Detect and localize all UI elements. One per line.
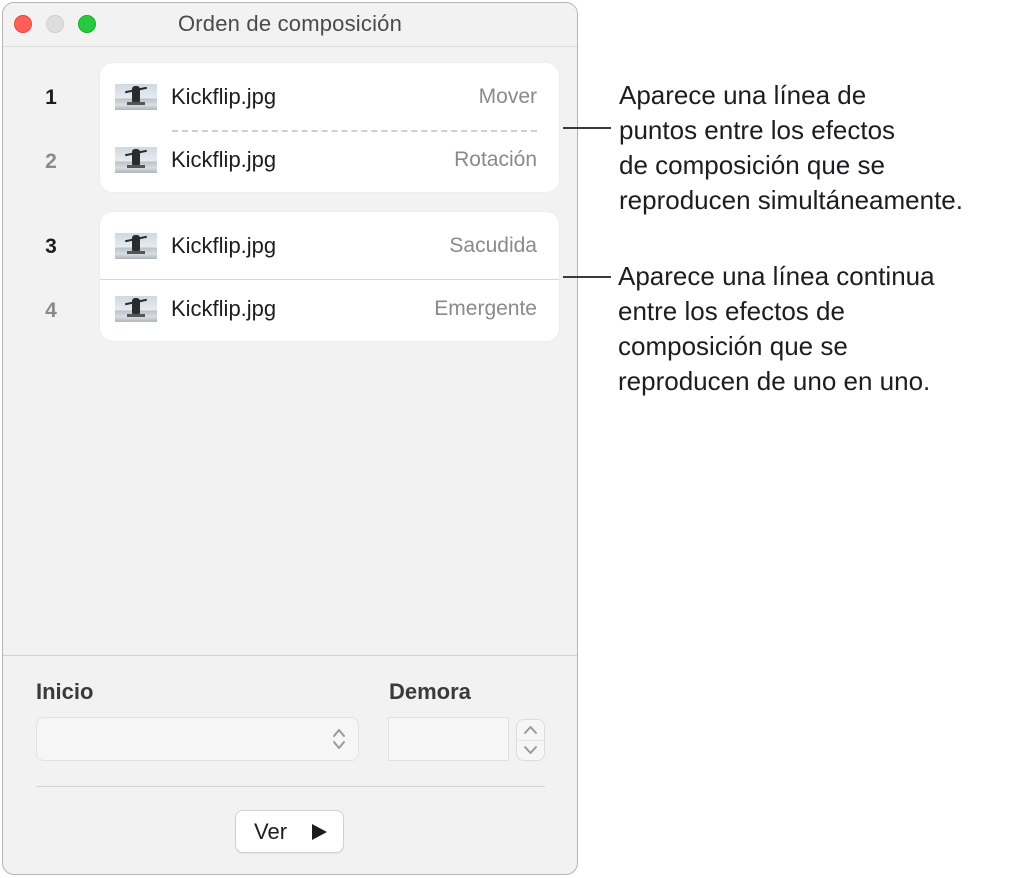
- build-group-sequential: Kickflip.jpg Sacudida Kickflip.jpg Emerg…: [100, 212, 559, 341]
- chevron-down-icon: [524, 746, 537, 754]
- up-down-chevron-icon: [333, 729, 345, 749]
- image-thumbnail-icon: [115, 84, 157, 110]
- callout-line-dotted: [563, 127, 611, 129]
- build-order-window: Orden de composición 1 2 3 4 Kickflip.jp…: [2, 2, 578, 875]
- build-item-effect: Emergente: [434, 297, 537, 320]
- preview-button-label: Ver: [254, 819, 288, 844]
- build-group-simultaneous: Kickflip.jpg Mover Kickflip.jpg Rotación: [100, 63, 559, 192]
- window-title: Orden de composición: [177, 11, 403, 36]
- build-item-filename: Kickflip.jpg: [171, 147, 277, 172]
- footer-divider: [36, 786, 545, 787]
- build-item-effect: Rotación: [454, 148, 537, 171]
- callout-line-solid: [563, 276, 611, 278]
- callout-text-solid: Aparece una línea continua entre los efe…: [618, 261, 935, 396]
- stepper-up-button[interactable]: [517, 720, 544, 741]
- build-item-row[interactable]: Kickflip.jpg Emergente: [100, 284, 559, 334]
- build-item-filename: Kickflip.jpg: [171, 84, 277, 109]
- dotted-separator: [172, 130, 537, 132]
- build-number-4: 4: [45, 299, 57, 322]
- image-thumbnail-icon: [115, 233, 157, 259]
- callout-text-dotted: Aparece una línea de puntos entre los ef…: [619, 80, 963, 215]
- delay-field[interactable]: [388, 717, 509, 761]
- image-thumbnail-icon: [115, 147, 157, 173]
- image-thumbnail-icon: [115, 296, 157, 322]
- delay-label: Demora: [389, 679, 471, 704]
- preview-button[interactable]: Ver: [235, 810, 344, 853]
- section-divider: [3, 655, 577, 656]
- delay-stepper[interactable]: [516, 719, 545, 761]
- build-item-filename: Kickflip.jpg: [171, 233, 277, 258]
- stepper-down-button[interactable]: [517, 740, 544, 760]
- build-number-1: 1: [45, 86, 57, 109]
- build-item-row[interactable]: Kickflip.jpg Sacudida: [100, 221, 559, 271]
- chevron-up-icon: [524, 726, 537, 734]
- build-number-3: 3: [45, 235, 57, 258]
- start-label: Inicio: [36, 679, 94, 704]
- solid-separator: [100, 279, 559, 280]
- build-item-effect: Mover: [478, 85, 537, 108]
- start-popup-menu[interactable]: [36, 717, 359, 761]
- build-item-filename: Kickflip.jpg: [171, 296, 277, 321]
- build-number-2: 2: [45, 150, 57, 173]
- build-item-row[interactable]: Kickflip.jpg Rotación: [100, 135, 559, 185]
- build-item-row[interactable]: Kickflip.jpg Mover: [100, 72, 559, 122]
- build-item-effect: Sacudida: [449, 234, 537, 257]
- play-triangle-icon: [312, 824, 327, 840]
- title-bar: Orden de composición: [3, 3, 577, 47]
